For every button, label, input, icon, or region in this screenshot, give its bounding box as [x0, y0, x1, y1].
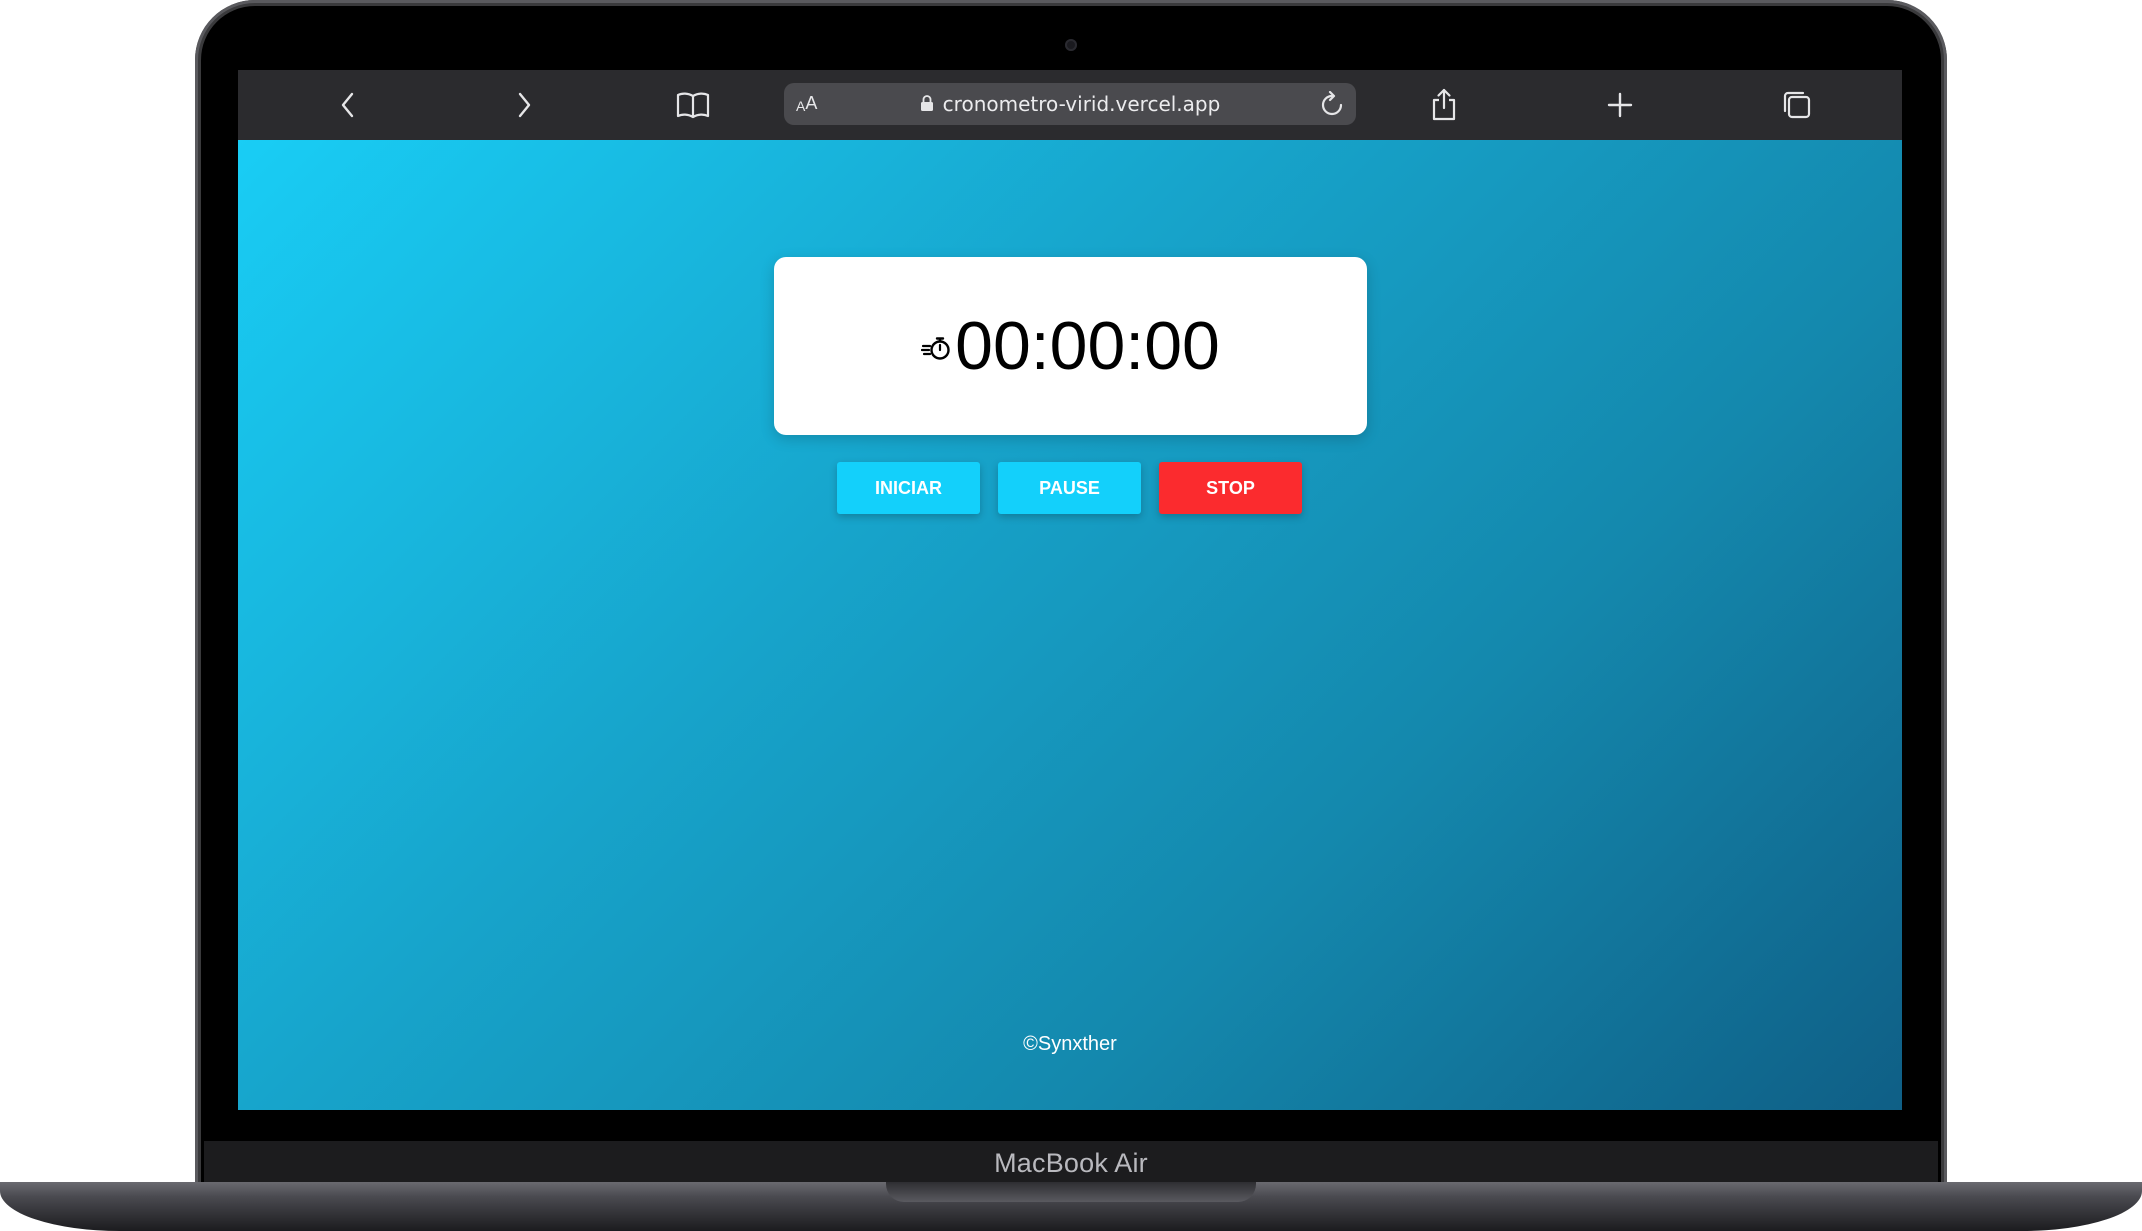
stop-button[interactable]: STOP	[1159, 462, 1302, 514]
stopwatch-icon	[921, 337, 950, 360]
reload-icon[interactable]	[1318, 90, 1346, 118]
screen: AA cronometro-virid.vercel.app 00:00:00 …	[238, 70, 1902, 1110]
address-bar[interactable]: AA cronometro-virid.vercel.app	[784, 83, 1356, 125]
device-brand-label: MacBook Air	[994, 1148, 1148, 1178]
lock-icon	[920, 95, 933, 111]
camera-icon	[1065, 39, 1077, 51]
url-text[interactable]: cronometro-virid.vercel.app	[943, 92, 1221, 116]
pause-button[interactable]: PAUSE	[998, 462, 1141, 514]
timer-card: 00:00:00	[774, 257, 1367, 435]
browser-toolbar: AA cronometro-virid.vercel.app	[238, 70, 1902, 140]
time-display: 00:00:00	[955, 308, 1220, 384]
timer-controls: INICIAR PAUSE STOP	[238, 462, 1902, 514]
book-icon[interactable]	[675, 87, 711, 123]
chevron-right-icon[interactable]	[506, 87, 542, 123]
laptop-hinge-notch	[886, 1182, 1256, 1202]
macbook-frame: AA cronometro-virid.vercel.app 00:00:00 …	[0, 0, 2142, 1231]
stopwatch-page: 00:00:00 INICIAR PAUSE STOP ©Synxther	[238, 140, 1902, 1110]
share-icon[interactable]	[1426, 87, 1462, 123]
tabs-icon[interactable]	[1779, 87, 1815, 123]
chevron-left-icon[interactable]	[330, 87, 366, 123]
plus-icon[interactable]	[1602, 87, 1638, 123]
start-button[interactable]: INICIAR	[837, 462, 980, 514]
reader-view-button[interactable]: AA	[796, 83, 817, 125]
footer-credit: ©Synxther	[1023, 1033, 1117, 1055]
